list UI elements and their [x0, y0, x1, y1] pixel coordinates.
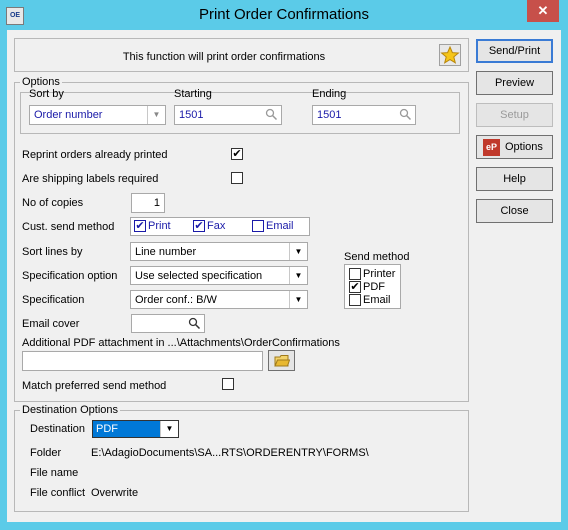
copies-input[interactable]: 1: [131, 193, 165, 213]
pdf-attachment-label: Additional PDF attachment in ...\Attachm…: [22, 337, 340, 349]
send-method-title: Send method: [344, 251, 410, 263]
starting-input[interactable]: 1501: [174, 105, 282, 125]
file-name-label: File name: [30, 467, 79, 479]
email-cover-input[interactable]: [131, 314, 205, 333]
cust-send-email-checkbox[interactable]: [252, 220, 264, 232]
folder-value: E:\AdagioDocuments\SA...RTS\ORDERENTRY\F…: [91, 447, 369, 459]
chevron-down-icon: ▼: [289, 243, 307, 260]
options-button-label: Options: [505, 141, 543, 153]
send-method-printer-label: Printer: [363, 268, 396, 280]
destination-group-title: Destination Options: [20, 404, 120, 416]
favorite-button[interactable]: [439, 44, 461, 66]
cust-send-print-checkbox[interactable]: ✔: [134, 220, 146, 232]
send-method-pdf-checkbox[interactable]: ✔: [349, 281, 361, 293]
sort-lines-value: Line number: [135, 246, 197, 258]
window-bottom-border: [0, 522, 568, 530]
cust-send-print-label: Print: [148, 220, 171, 232]
window-title: Print Order Confirmations: [198, 6, 370, 23]
options-group-title: Options: [20, 76, 62, 88]
sort-lines-dropdown[interactable]: Line number ▼: [130, 242, 308, 261]
destination-dropdown[interactable]: PDF ▼: [92, 420, 179, 438]
specification-label: Specification: [22, 294, 85, 306]
chevron-down-icon: ▼: [147, 106, 165, 124]
setup-button[interactable]: Setup: [476, 103, 553, 127]
folder-label: Folder: [30, 447, 62, 459]
search-icon[interactable]: [188, 317, 201, 330]
ending-input[interactable]: 1501: [312, 105, 416, 125]
send-print-button[interactable]: Send/Print: [476, 39, 553, 63]
banner-text: This function will print order confirmat…: [122, 51, 326, 63]
cust-send-fax-checkbox[interactable]: ✔: [193, 220, 205, 232]
cust-send-label: Cust. send method: [22, 221, 115, 233]
reprint-checkbox[interactable]: ✔: [231, 148, 243, 160]
send-method-email-checkbox[interactable]: [349, 294, 361, 306]
star-icon: [440, 45, 460, 64]
shipping-labels-label: Are shipping labels required: [22, 173, 159, 185]
destination-label: Destination: [30, 423, 86, 435]
eprint-icon: eP: [483, 139, 500, 156]
match-preferred-checkbox[interactable]: [222, 378, 234, 390]
browse-folder-button[interactable]: [268, 350, 295, 371]
email-cover-label: Email cover: [22, 318, 80, 330]
sort-by-value: Order number: [34, 109, 103, 121]
cust-send-fax-label: Fax: [207, 220, 226, 232]
close-button[interactable]: Close: [476, 199, 553, 223]
shipping-labels-checkbox[interactable]: [231, 172, 243, 184]
specification-dropdown[interactable]: Order conf.: B/W ▼: [130, 290, 308, 309]
search-icon[interactable]: [265, 108, 278, 121]
cust-send-email-label: Email: [266, 220, 294, 232]
spec-option-label: Specification option: [22, 270, 118, 282]
send-method-pdf-label: PDF: [363, 281, 385, 293]
ending-label: Ending: [312, 88, 347, 100]
specification-value: Order conf.: B/W: [135, 294, 217, 306]
chevron-down-icon: ▼: [160, 421, 178, 437]
sort-by-label: Sort by: [29, 88, 64, 100]
folder-icon: [274, 355, 290, 367]
search-icon[interactable]: [399, 108, 412, 121]
sort-by-dropdown[interactable]: Order number ▼: [29, 105, 166, 125]
chevron-down-icon: ▼: [289, 267, 307, 284]
pdf-attachment-input[interactable]: [22, 351, 263, 371]
sort-lines-label: Sort lines by: [22, 246, 83, 258]
chevron-down-icon: ▼: [289, 291, 307, 308]
close-icon[interactable]: ✕: [527, 0, 559, 22]
ending-value: 1501: [317, 109, 342, 121]
match-preferred-label: Match preferred send method: [22, 380, 167, 392]
options-button[interactable]: eP Options: [476, 135, 553, 159]
file-conflict-label: File conflict: [30, 487, 86, 499]
starting-value: 1501: [179, 109, 204, 121]
copies-value: 1: [153, 197, 160, 209]
app-icon: OE: [6, 7, 24, 25]
file-conflict-value: Overwrite: [91, 487, 139, 499]
spec-option-dropdown[interactable]: Use selected specification ▼: [130, 266, 308, 285]
help-button[interactable]: Help: [476, 167, 553, 191]
spec-option-value: Use selected specification: [135, 270, 263, 282]
preview-button[interactable]: Preview: [476, 71, 553, 95]
starting-label: Starting: [174, 88, 212, 100]
send-method-email-label: Email: [363, 294, 391, 306]
destination-value: PDF: [93, 421, 161, 437]
reprint-label: Reprint orders already printed: [22, 149, 168, 161]
copies-label: No of copies: [22, 197, 84, 209]
send-method-printer-checkbox[interactable]: [349, 268, 361, 280]
